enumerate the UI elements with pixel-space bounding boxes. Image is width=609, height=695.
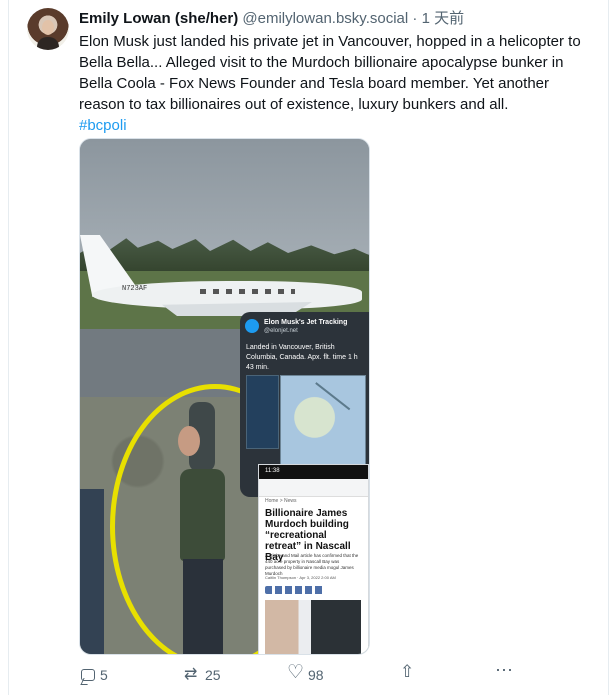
more-icon (495, 660, 513, 681)
tracker-text: Landed in Vancouver, British Columbia, C… (246, 344, 358, 371)
tracker-handle: @elonjet.net (264, 328, 298, 334)
article-status-time: 11:38 (265, 468, 280, 474)
jet-windows (200, 289, 295, 294)
news-article-screenshot: 11:38 Home > News Billionaire James Murd… (258, 464, 369, 654)
repost-icon (184, 665, 200, 685)
left-border (8, 0, 9, 695)
repost-count: 25 (205, 667, 221, 683)
reply-icon (79, 667, 95, 683)
author-avatar[interactable] (27, 8, 69, 50)
article-share-icons (265, 586, 325, 594)
person-head (178, 426, 200, 456)
post-body-text: Elon Musk just landed his private jet in… (79, 33, 581, 113)
reply-button[interactable]: 5 (79, 665, 108, 685)
post-header: Emily Lowan (she/her) @emilylowan.bsky.s… (79, 9, 464, 28)
share-button[interactable] (399, 662, 415, 682)
avatar-body (37, 37, 59, 50)
article-body: A Globe and Mail article has confirmed t… (265, 553, 359, 576)
tracker-logo-icon (245, 319, 259, 333)
hashtag-link[interactable]: #bcpoli (79, 115, 599, 136)
heart-icon (287, 663, 304, 683)
article-byline: Caitlin Thompson · Apr 3, 2022 2:00 AM (265, 575, 336, 580)
tracker-flight-panel (246, 375, 279, 449)
jet-registration: N723AF (122, 285, 148, 293)
reply-count: 5 (100, 667, 108, 683)
article-photo (265, 600, 361, 654)
article-browser-chrome (259, 479, 368, 497)
person-shirt (180, 469, 225, 561)
repost-button[interactable]: 25 (184, 665, 221, 685)
more-options-button[interactable] (495, 660, 513, 681)
sky (80, 139, 369, 254)
like-count: 98 (308, 667, 324, 683)
person-left (80, 489, 104, 654)
post-media-image[interactable]: N723AF Elon Musk's Jet Tracking @elonjet… (79, 138, 370, 655)
like-button[interactable]: 98 (287, 663, 324, 685)
post-action-bar: 5 25 98 (79, 660, 599, 685)
share-icon (399, 662, 415, 682)
article-breadcrumb: Home > News (265, 498, 297, 504)
post-time[interactable]: 1 天前 (422, 10, 465, 27)
author-name[interactable]: Emily Lowan (she/her) (79, 10, 238, 27)
person-jeans (183, 559, 223, 654)
social-post: Emily Lowan (she/her) @emilylowan.bsky.s… (0, 0, 609, 695)
tracker-title: Elon Musk's Jet Tracking (264, 319, 348, 326)
post-text: Elon Musk just landed his private jet in… (79, 31, 599, 136)
meta-separator: · (412, 10, 418, 27)
author-handle[interactable]: @emilylowan.bsky.social (242, 10, 408, 27)
avatar-face (42, 20, 54, 35)
